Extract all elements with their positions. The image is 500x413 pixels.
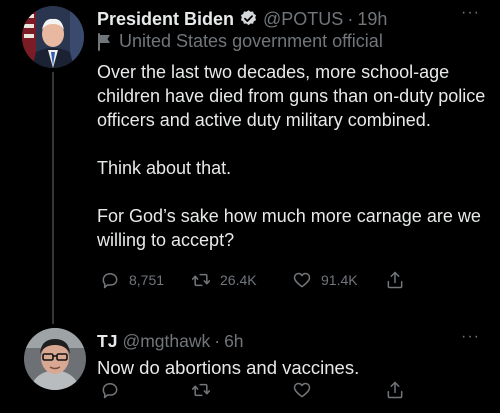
separator: ·: [214, 331, 221, 351]
reply-icon: [102, 383, 118, 399]
retweet-button[interactable]: 26.4K: [191, 270, 257, 290]
display-name[interactable]: President Biden: [97, 9, 234, 30]
government-label-text: United States government official: [119, 31, 383, 51]
avatar-tj[interactable]: [24, 328, 86, 390]
tweet-paragraph: Over the last two decades, more school-a…: [97, 62, 486, 130]
tweet-header: TJ @mgthawk · 6h: [97, 331, 244, 352]
retweet-count: 26.4K: [220, 272, 257, 288]
retweet-icon: [191, 273, 211, 287]
tweet-text: Over the last two decades, more school-a…: [97, 60, 487, 252]
share-button[interactable]: [385, 270, 405, 290]
reply-button[interactable]: [100, 380, 120, 400]
more-icon[interactable]: ···: [461, 4, 480, 22]
separator: ·: [347, 9, 354, 29]
more-icon[interactable]: ···: [461, 328, 480, 346]
timestamp[interactable]: 6h: [224, 331, 243, 352]
like-icon: [293, 382, 311, 398]
share-icon: [387, 381, 403, 399]
handle[interactable]: @POTUS: [263, 9, 343, 30]
like-icon: [293, 272, 311, 288]
verified-badge-icon: [239, 9, 258, 28]
tweet-header: President Biden @POTUS · 19h: [97, 6, 387, 30]
like-button[interactable]: 91.4K: [292, 270, 358, 290]
retweet-button[interactable]: [191, 380, 211, 400]
government-flag-icon: [98, 32, 110, 51]
reply-button[interactable]: 8,751: [100, 270, 164, 290]
like-button[interactable]: [292, 380, 312, 400]
reply-count: 8,751: [129, 272, 165, 288]
government-label[interactable]: United States government official: [97, 31, 383, 52]
avatar-president-biden[interactable]: [22, 6, 84, 68]
thread-line: [52, 72, 54, 324]
share-button[interactable]: [385, 380, 405, 400]
retweet-icon: [191, 383, 211, 397]
like-count: 91.4K: [321, 272, 358, 288]
tweet-potus[interactable]: President Biden @POTUS · 19h ··· United …: [0, 0, 500, 324]
reply-icon: [102, 273, 118, 289]
tweet-text: Now do abortions and vaccines.: [97, 357, 360, 378]
tweet-paragraph: For God’s sake how much more carnage are…: [97, 206, 481, 250]
share-icon: [387, 271, 403, 289]
tweet-paragraph: Think about that.: [97, 158, 232, 178]
display-name[interactable]: TJ: [97, 331, 117, 352]
tweet-reply[interactable]: TJ @mgthawk · 6h ··· Now do abortions an…: [0, 320, 500, 413]
handle[interactable]: @mgthawk: [122, 331, 210, 352]
timestamp[interactable]: 19h: [357, 9, 387, 30]
